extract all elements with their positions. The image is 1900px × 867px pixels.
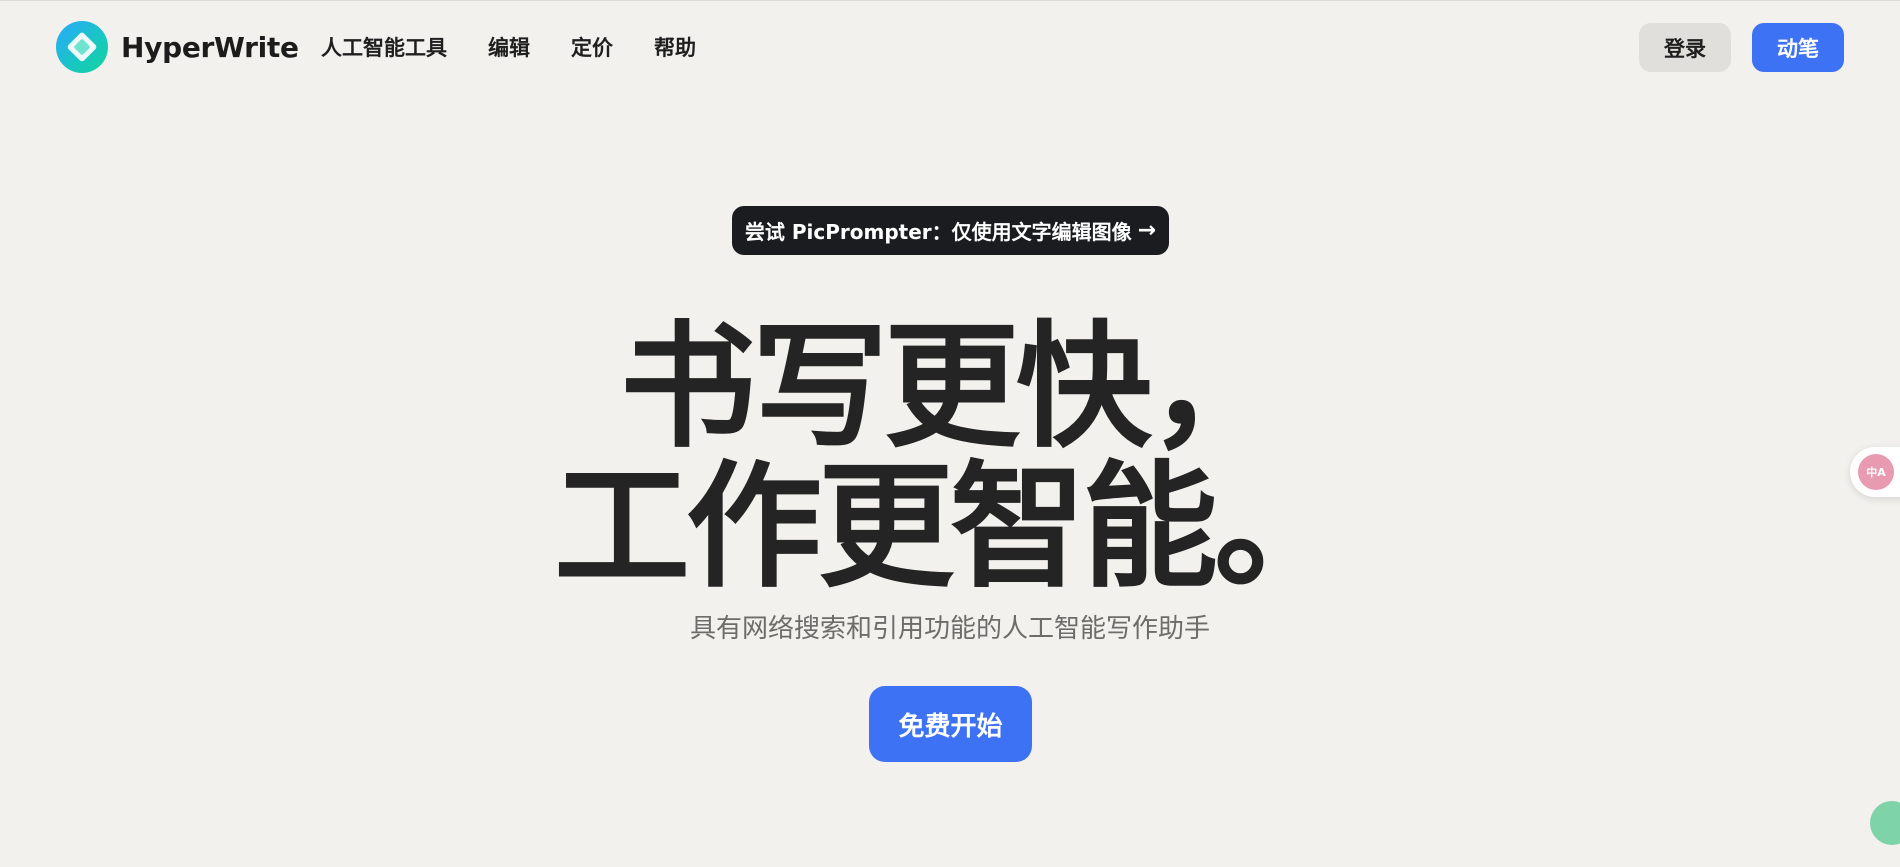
translate-icon: 中A [1858,454,1894,490]
hero-title-line-1: 书写更快， [620,309,1284,467]
site-header: HyperWrite 人工智能工具 编辑 定价 帮助 登录 动笔 [0,0,1900,95]
hyperwrite-logo-icon [56,21,108,73]
signup-button[interactable]: 动笔 [1752,23,1844,72]
nav-item-help[interactable]: 帮助 [654,32,696,62]
main-nav: 人工智能工具 编辑 定价 帮助 [321,31,696,63]
announcement-banner[interactable]: 尝试 PicPrompter：仅使用文字编辑图像 → [732,206,1169,255]
chat-bubble-icon [1870,801,1900,845]
start-free-button[interactable]: 免费开始 [869,686,1032,762]
chat-widget[interactable] [1870,801,1900,845]
brand-name: HyperWrite [121,30,299,64]
announcement-text: 尝试 PicPrompter：仅使用文字编辑图像 [744,220,1132,244]
nav-item-editor[interactable]: 编辑 [488,32,530,62]
login-button[interactable]: 登录 [1639,23,1731,72]
translate-widget[interactable]: 中A [1850,447,1900,497]
hero-title: 书写更快， 工作更智能。 [450,318,1450,598]
hero-title-line-2: 工作更智能。 [554,449,1350,607]
hero-subtitle: 具有网络搜索和引用功能的人工智能写作助手 [689,614,1210,644]
nav-item-ai-tools[interactable]: 人工智能工具 [321,32,447,62]
brand-logo[interactable]: HyperWrite [56,21,299,73]
arrow-right-icon: → [1137,218,1157,243]
nav-item-pricing[interactable]: 定价 [571,32,613,62]
